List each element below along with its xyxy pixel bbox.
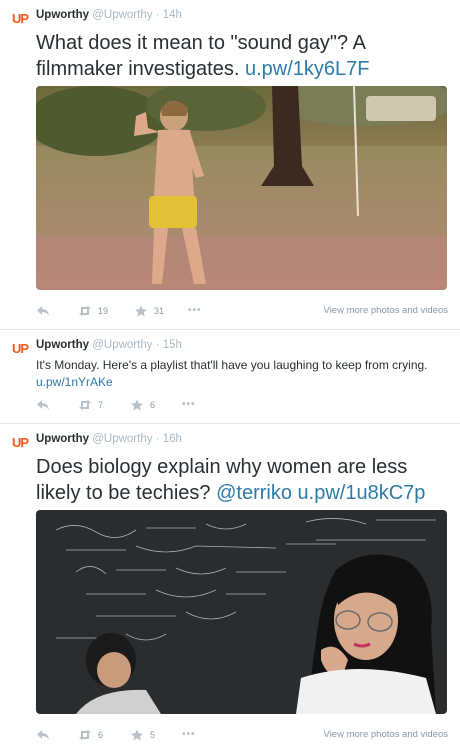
reply-button[interactable] bbox=[36, 399, 50, 411]
favorite-count: 31 bbox=[154, 306, 165, 316]
tweet-link[interactable]: u.pw/1nYrAKe bbox=[36, 375, 113, 389]
tweet-feed: UP Upworthy @Upworthy · 14h What does it… bbox=[0, 0, 460, 754]
star-icon bbox=[135, 305, 147, 317]
author-name[interactable]: Upworthy bbox=[36, 9, 89, 21]
tweet-timestamp[interactable]: 16h bbox=[163, 433, 182, 445]
tweet-photo[interactable] bbox=[36, 510, 447, 714]
retweet-count: 19 bbox=[98, 306, 109, 316]
photo-boy-in-yard bbox=[36, 86, 447, 290]
tweet-text: What does it mean to "sound gay"? A film… bbox=[36, 30, 454, 82]
reply-arrow-icon bbox=[37, 306, 49, 316]
tweet-photo[interactable] bbox=[36, 86, 447, 290]
photo-woman-chalkboard bbox=[36, 510, 447, 714]
tweet[interactable]: UP Upworthy @Upworthy · 15h It's Monday.… bbox=[0, 330, 460, 424]
tweet-text: Does biology explain why women are less … bbox=[36, 454, 454, 506]
favorite-button[interactable]: 5 bbox=[130, 729, 155, 741]
reply-button[interactable] bbox=[36, 305, 50, 317]
tweet-actions: 7 6 ••• bbox=[36, 399, 448, 415]
retweet-button[interactable]: 6 bbox=[78, 729, 103, 741]
tweet-link[interactable]: u.pw/1u8kC7p bbox=[298, 482, 426, 504]
tweet-link[interactable]: u.pw/1ky6L7F bbox=[245, 58, 370, 80]
tweet-text: It's Monday. Here's a playlist that'll h… bbox=[36, 357, 454, 391]
reply-arrow-icon bbox=[37, 400, 49, 410]
favorite-count: 5 bbox=[150, 730, 156, 740]
author-name[interactable]: Upworthy bbox=[36, 339, 89, 351]
author-handle[interactable]: @Upworthy bbox=[92, 433, 152, 445]
star-icon bbox=[131, 729, 143, 741]
tweet-actions: 6 5 ••• View more photos and videos bbox=[36, 729, 448, 745]
tweet[interactable]: UP Upworthy @Upworthy · 16h Does biology… bbox=[0, 424, 460, 754]
upworthy-logo-avatar[interactable]: UP bbox=[12, 10, 30, 28]
tweet-timestamp[interactable]: 14h bbox=[163, 9, 182, 21]
separator: · bbox=[155, 433, 160, 445]
favorite-button[interactable]: 31 bbox=[134, 305, 164, 317]
author-handle[interactable]: @Upworthy bbox=[92, 339, 152, 351]
tweet-mention[interactable]: @terriko bbox=[216, 482, 292, 504]
retweet-button[interactable]: 19 bbox=[78, 305, 108, 317]
more-dots-icon[interactable]: ••• bbox=[188, 305, 202, 316]
view-more-media-link[interactable]: View more photos and videos bbox=[324, 305, 448, 316]
tweet-actions: 19 31 ••• View more photos and videos bbox=[36, 305, 448, 321]
tweet-header: Upworthy @Upworthy · 14h bbox=[36, 9, 182, 21]
star-icon bbox=[131, 399, 143, 411]
view-more-media-link[interactable]: View more photos and videos bbox=[324, 729, 448, 740]
favorite-button[interactable]: 6 bbox=[130, 399, 155, 411]
separator: · bbox=[155, 339, 160, 351]
upworthy-logo-avatar[interactable]: UP bbox=[12, 340, 30, 358]
reply-button[interactable] bbox=[36, 729, 50, 741]
retweet-button[interactable]: 7 bbox=[78, 399, 103, 411]
author-handle[interactable]: @Upworthy bbox=[92, 9, 152, 21]
author-name[interactable]: Upworthy bbox=[36, 433, 89, 445]
retweet-count: 6 bbox=[98, 730, 104, 740]
retweet-count: 7 bbox=[98, 400, 104, 410]
favorite-count: 6 bbox=[150, 400, 156, 410]
tweet-header: Upworthy @Upworthy · 15h bbox=[36, 339, 182, 351]
tweet-header: Upworthy @Upworthy · 16h bbox=[36, 433, 182, 445]
reply-arrow-icon bbox=[37, 730, 49, 740]
more-dots-icon[interactable]: ••• bbox=[182, 729, 196, 740]
tweet-timestamp[interactable]: 15h bbox=[163, 339, 182, 351]
retweet-icon bbox=[79, 306, 91, 316]
more-dots-icon[interactable]: ••• bbox=[182, 399, 196, 410]
tweet[interactable]: UP Upworthy @Upworthy · 14h What does it… bbox=[0, 0, 460, 330]
separator: · bbox=[155, 9, 160, 21]
tweet-body: It's Monday. Here's a playlist that'll h… bbox=[36, 358, 428, 372]
retweet-icon bbox=[79, 400, 91, 410]
retweet-icon bbox=[79, 730, 91, 740]
upworthy-logo-avatar[interactable]: UP bbox=[12, 434, 30, 452]
